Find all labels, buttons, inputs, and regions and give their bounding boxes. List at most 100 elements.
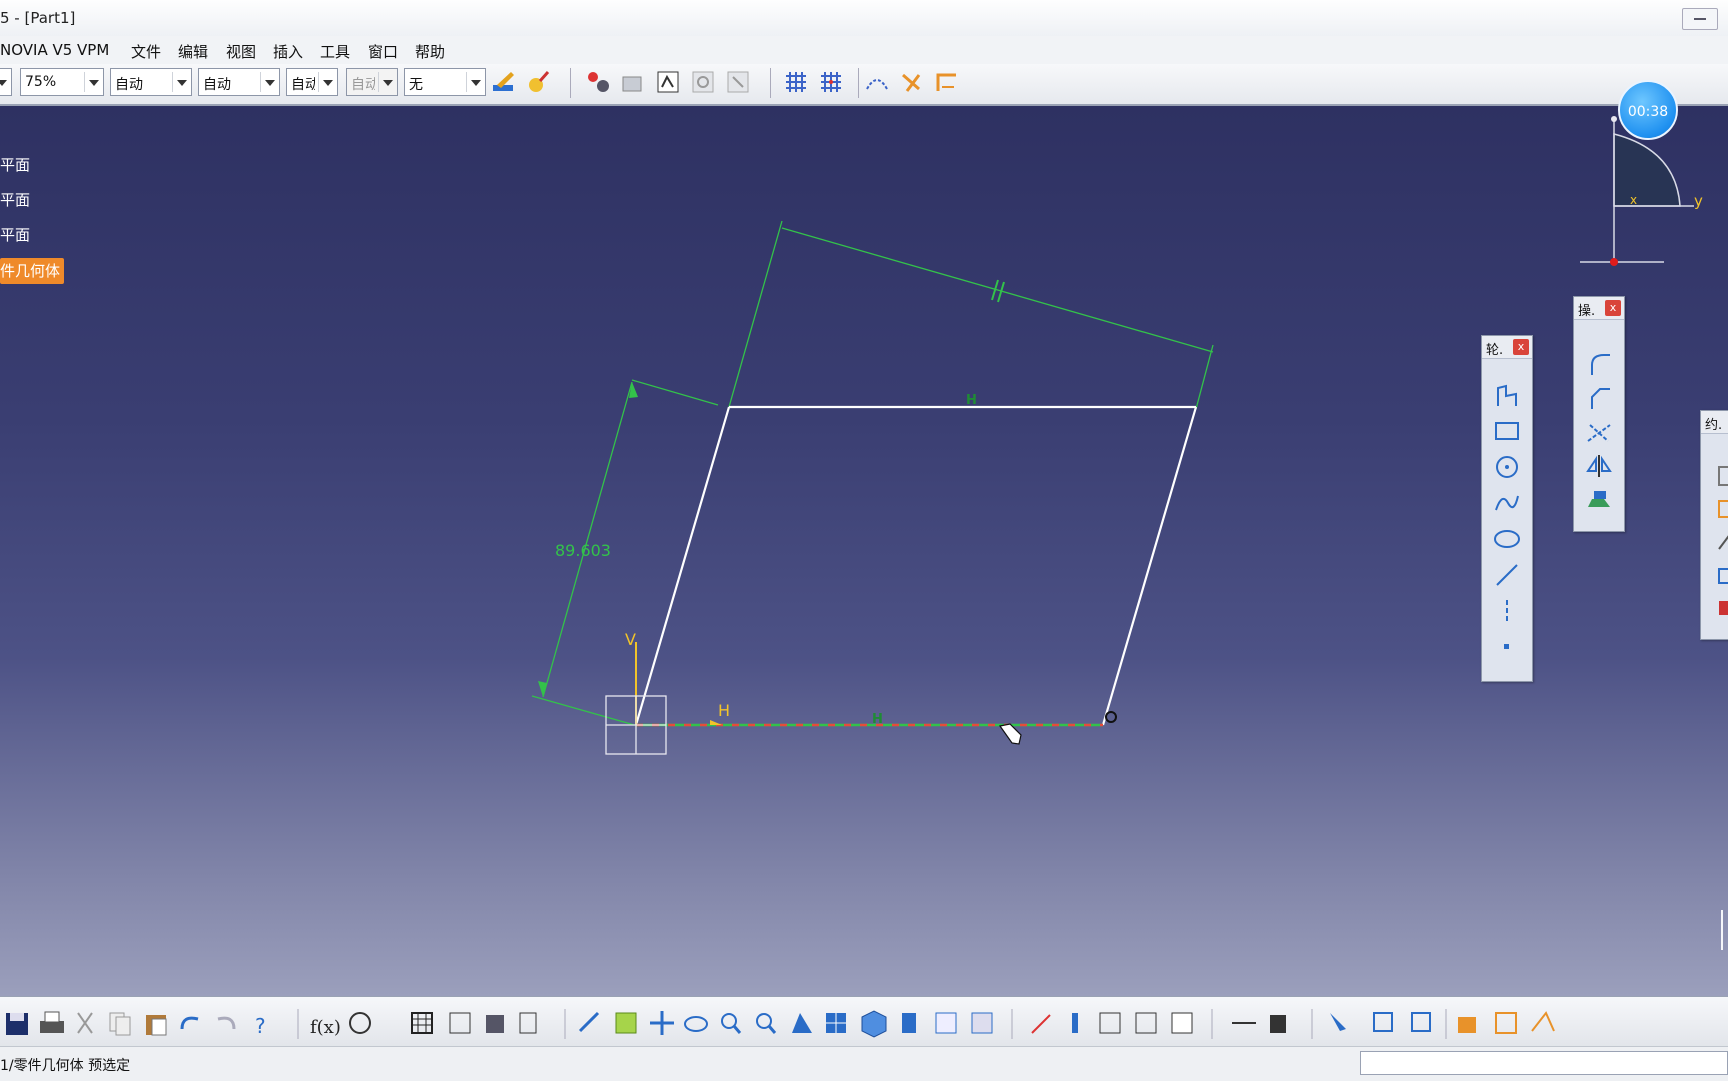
- geometrical-constraints-icon[interactable]: [899, 69, 925, 95]
- pocket-icon[interactable]: [1495, 1012, 1517, 1034]
- spline-icon[interactable]: [1492, 488, 1522, 518]
- construction-element-icon[interactable]: [864, 69, 890, 95]
- options-icon[interactable]: [519, 1012, 537, 1034]
- command-input[interactable]: [1360, 1051, 1728, 1075]
- palette-header[interactable]: 轮. x: [1482, 336, 1532, 359]
- menu-help[interactable]: 帮助: [415, 41, 445, 62]
- print-icon[interactable]: [40, 1011, 64, 1033]
- redo-icon[interactable]: [217, 1016, 236, 1030]
- status-text: 1/零件几何体 预选定: [0, 1058, 131, 1074]
- mirror-icon[interactable]: [1584, 451, 1614, 481]
- close-icon[interactable]: x: [1605, 300, 1621, 316]
- paste-icon[interactable]: [146, 1015, 167, 1036]
- iso-view-icon[interactable]: [861, 1010, 887, 1038]
- dimensional-constraints-icon[interactable]: [934, 69, 960, 95]
- pan-icon[interactable]: [650, 1011, 674, 1035]
- menu-edit[interactable]: 编辑: [178, 41, 208, 62]
- zoom-combo[interactable]: 75%: [20, 68, 104, 96]
- menu-tools[interactable]: 工具: [320, 41, 350, 62]
- cut-part-icon[interactable]: [1270, 1015, 1286, 1033]
- constraint-icons[interactable]: [1711, 461, 1728, 621]
- help-icon[interactable]: ?: [255, 1014, 266, 1038]
- window-title: 5 - [Part1]: [0, 9, 76, 27]
- sketch-icon[interactable]: [1135, 1012, 1157, 1034]
- profile-icon[interactable]: [1492, 380, 1522, 410]
- close-icon[interactable]: x: [1513, 339, 1529, 355]
- color-combo[interactable]: 自动: [286, 68, 338, 96]
- image-icon[interactable]: [1171, 1012, 1193, 1034]
- shaft-icon[interactable]: [1531, 1011, 1555, 1032]
- circle-icon[interactable]: [1492, 452, 1522, 482]
- combo-partial[interactable]: [0, 68, 12, 96]
- swap-visible-icon[interactable]: [655, 69, 681, 95]
- axis-icon[interactable]: [1492, 596, 1522, 626]
- save-icon[interactable]: [6, 1013, 28, 1035]
- menu-insert[interactable]: 插入: [273, 41, 303, 62]
- layer-combo[interactable]: 自动: [346, 68, 398, 96]
- hide-show-icon[interactable]: [935, 1012, 957, 1034]
- multi-view-icon[interactable]: [826, 1013, 846, 1033]
- fly-mode-icon[interactable]: [578, 1011, 600, 1033]
- knowledge-advisor-icon[interactable]: [349, 1012, 371, 1034]
- constraint-analysis-icon[interactable]: [690, 69, 716, 95]
- minimize-button[interactable]: [1682, 8, 1718, 30]
- copy-icon[interactable]: [109, 1012, 131, 1036]
- catalog-icon[interactable]: [486, 1015, 504, 1033]
- swap-space-icon[interactable]: [971, 1012, 993, 1034]
- hide-show-icon[interactable]: [620, 69, 646, 95]
- sketch-viewport[interactable]: 平面 平面 平面 件几何体 89.603 H H V H x y: [0, 106, 1728, 996]
- rotate-icon[interactable]: [684, 1016, 708, 1032]
- line-icon[interactable]: [1492, 560, 1522, 590]
- toolbar-separator: [858, 68, 859, 98]
- sketch-mode-icon[interactable]: [1373, 1012, 1393, 1032]
- normal-view-icon[interactable]: [792, 1013, 812, 1033]
- formula-icon[interactable]: f(x): [310, 1017, 341, 1038]
- rectangle-icon[interactable]: [1492, 416, 1522, 446]
- palette-header[interactable]: 约.: [1701, 411, 1728, 434]
- palette-header[interactable]: 操. x: [1574, 297, 1624, 320]
- measure-item-icon[interactable]: [1072, 1013, 1078, 1033]
- render-combo[interactable]: 无: [404, 68, 486, 96]
- line-type-combo[interactable]: 自动: [110, 68, 192, 96]
- tree-expand-icon[interactable]: [449, 1012, 471, 1034]
- ellipse-icon[interactable]: [1492, 524, 1522, 554]
- point-icon[interactable]: [1492, 632, 1522, 662]
- chamfer-icon[interactable]: [1584, 383, 1614, 413]
- zoom-in-icon[interactable]: [721, 1013, 742, 1034]
- grid-icon[interactable]: [783, 69, 809, 95]
- dimension-lines: [531, 220, 1214, 727]
- render-value: 无: [409, 77, 423, 93]
- exit-workbench-icon[interactable]: [1411, 1012, 1431, 1032]
- measure-icon[interactable]: [1031, 1014, 1051, 1034]
- snap-to-point-icon[interactable]: [818, 69, 844, 95]
- horizontal-constraint-top[interactable]: H: [966, 393, 977, 408]
- painter-icon[interactable]: [526, 69, 552, 95]
- zoom-out-icon[interactable]: [756, 1013, 777, 1034]
- svg-text:?: ?: [255, 1014, 266, 1038]
- pad-icon[interactable]: [1458, 1017, 1476, 1033]
- table-icon[interactable]: [411, 1012, 433, 1034]
- palette-title: 约.: [1705, 418, 1723, 433]
- measure-inertia-icon[interactable]: [1099, 1012, 1121, 1034]
- line-weight-combo[interactable]: 自动: [198, 68, 280, 96]
- dimension-value[interactable]: 89.603: [555, 541, 611, 560]
- coincidence-icon[interactable]: [1105, 711, 1117, 723]
- layer-value: 自动: [351, 77, 375, 93]
- sketch-analysis-icon[interactable]: [725, 69, 751, 95]
- paint-brush-icon[interactable]: [491, 69, 517, 95]
- horizontal-constraint-bottom[interactable]: H: [872, 712, 883, 727]
- fit-all-icon[interactable]: [615, 1012, 637, 1034]
- sketch-profile[interactable]: [634, 405, 1198, 726]
- project-3d-icon[interactable]: [1584, 485, 1614, 515]
- undo-icon[interactable]: [180, 1016, 199, 1030]
- trim-icon[interactable]: [1584, 417, 1614, 447]
- menu-file[interactable]: 文件: [131, 41, 161, 62]
- select-icon[interactable]: [1330, 1013, 1346, 1031]
- menu-window[interactable]: 窗口: [368, 41, 398, 62]
- cut-icon[interactable]: [77, 1012, 93, 1034]
- menu-enovia[interactable]: NOVIA V5 VPM: [0, 41, 109, 59]
- analysis-icon[interactable]: [585, 69, 611, 95]
- corner-icon[interactable]: [1584, 349, 1614, 379]
- shading-icon[interactable]: [902, 1013, 916, 1033]
- menu-view[interactable]: 视图: [226, 41, 256, 62]
